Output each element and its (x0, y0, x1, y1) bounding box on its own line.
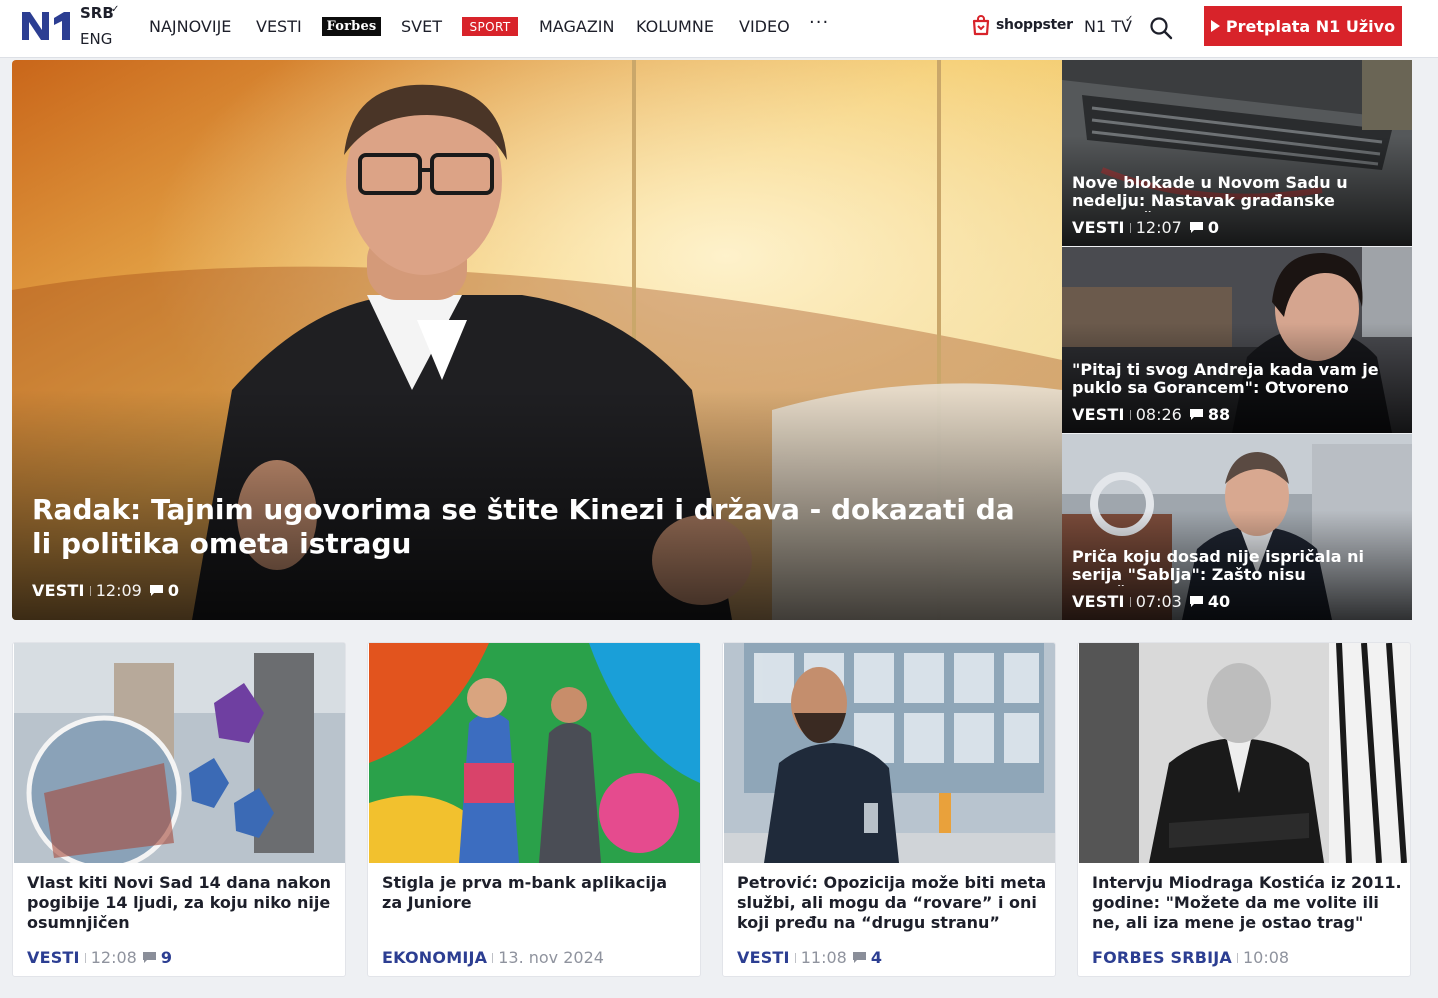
news-card-meta: VESTI 11:08 4 (737, 948, 882, 967)
news-card-headline[interactable]: Vlast kiti Novi Sad 14 dana nakon pogibi… (27, 873, 337, 933)
language-eng[interactable]: ENG (80, 30, 112, 48)
subscribe-live-button[interactable]: Pretplata N1 Uživo (1204, 6, 1402, 46)
news-card-category[interactable]: VESTI (737, 948, 790, 967)
side-story-headline[interactable]: Priča koju dosad nije ispričala ni serij… (1072, 548, 1404, 586)
hero-headline[interactable]: Radak: Tajnim ugovorima se štite Kinezi … (32, 493, 1032, 561)
chevron-down-icon[interactable]: ✓ (111, 4, 119, 15)
shoppster-bag-icon (972, 15, 990, 36)
news-card[interactable]: Intervju Miodraga Kostića iz 2011. godin… (1077, 642, 1411, 977)
top-navigation-bar: SRB ✓ ENG NAJNOVIJE VESTI Forbes SVET SP… (0, 0, 1438, 58)
news-card[interactable]: Vlast kiti Novi Sad 14 dana nakon pogibi… (12, 642, 346, 977)
comment-icon (852, 952, 866, 963)
news-card-headline[interactable]: Petrović: Opozicija može biti meta služb… (737, 873, 1047, 933)
nav-najnovije[interactable]: NAJNOVIJE (149, 17, 231, 36)
side-story-category[interactable]: VESTI (1072, 592, 1125, 611)
news-card-category[interactable]: EKONOMIJA (382, 948, 487, 967)
news-card[interactable]: Petrović: Opozicija može biti meta služb… (722, 642, 1056, 977)
nav-svet[interactable]: SVET (401, 17, 442, 36)
side-story[interactable]: Priča koju dosad nije ispričala ni serij… (1062, 434, 1412, 620)
news-card[interactable]: Stigla je prva m-bank aplikacija za Juni… (367, 642, 701, 977)
hero-comment-count[interactable]: 0 (168, 581, 179, 600)
side-story-meta: VESTI 12:07 0 (1072, 218, 1219, 237)
language-srb[interactable]: SRB (80, 4, 114, 22)
side-story-time: 08:26 (1135, 405, 1182, 424)
comment-icon (1189, 222, 1203, 233)
side-story-meta: VESTI 07:03 40 (1072, 592, 1230, 611)
news-card-headline[interactable]: Stigla je prva m-bank aplikacija za Juni… (382, 873, 692, 913)
news-card-meta: VESTI 12:08 9 (27, 948, 172, 967)
side-story-category[interactable]: VESTI (1072, 405, 1125, 424)
side-story-headline[interactable]: Nove blokade u Novom Sadu u nedelju: Nas… (1072, 174, 1404, 212)
news-card-headline[interactable]: Intervju Miodraga Kostića iz 2011. godin… (1092, 873, 1402, 933)
shoppster-label: shoppster (996, 17, 1073, 33)
news-card-time: 13. nov 2024 (498, 948, 604, 967)
hero-story[interactable]: Radak: Tajnim ugovorima se štite Kinezi … (12, 60, 1062, 620)
news-card-image (14, 643, 345, 863)
comment-icon (1189, 409, 1203, 420)
ellipsis-icon[interactable]: ··· (809, 12, 829, 33)
n1-logo[interactable] (22, 10, 74, 42)
news-card-meta: FORBES SRBIJA 10:08 (1092, 948, 1289, 967)
search-icon[interactable] (1148, 15, 1174, 41)
hero-category[interactable]: VESTI (32, 581, 85, 600)
news-card-image (1079, 643, 1410, 863)
side-story-time: 07:03 (1135, 592, 1182, 611)
news-card-category[interactable]: VESTI (27, 948, 80, 967)
nav-vesti[interactable]: VESTI (256, 17, 302, 36)
news-card-image (724, 643, 1055, 863)
subscribe-live-label: Pretplata N1 Uživo (1225, 16, 1396, 36)
nav-forbes[interactable]: Forbes (322, 17, 381, 36)
side-story-comment-count[interactable]: 0 (1208, 218, 1219, 237)
side-story[interactable]: Nove blokade u Novom Sadu u nedelju: Nas… (1062, 60, 1412, 246)
comment-icon (142, 952, 156, 963)
hero-meta: VESTI 12:09 0 (32, 581, 179, 600)
side-story-headline[interactable]: "Pitaj ti svog Andreja kada vam je puklo… (1072, 361, 1404, 399)
side-story-comment-count[interactable]: 88 (1208, 405, 1230, 424)
comment-icon (1189, 596, 1203, 607)
chevron-down-icon[interactable]: ✓ (1125, 14, 1133, 25)
news-card-meta: EKONOMIJA 13. nov 2024 (382, 948, 604, 967)
hero-time: 12:09 (95, 581, 142, 600)
news-card-comment-count[interactable]: 4 (871, 948, 882, 967)
news-card-comment-count[interactable]: 9 (161, 948, 172, 967)
nav-magazin[interactable]: MAGAZIN (539, 17, 614, 36)
comment-icon (149, 585, 163, 596)
news-card-time: 11:08 (800, 948, 847, 967)
news-card-category[interactable]: FORBES SRBIJA (1092, 948, 1232, 967)
nav-kolumne[interactable]: KOLUMNE (636, 17, 714, 36)
nav-sport[interactable]: SPORT (462, 17, 518, 36)
news-card-time: 10:08 (1243, 948, 1290, 967)
side-story-meta: VESTI 08:26 88 (1072, 405, 1230, 424)
shoppster-link[interactable]: shoppster (970, 14, 1073, 36)
play-icon (1210, 20, 1220, 32)
side-story-category[interactable]: VESTI (1072, 218, 1125, 237)
side-story-time: 12:07 (1135, 218, 1182, 237)
side-story-comment-count[interactable]: 40 (1208, 592, 1230, 611)
side-story[interactable]: "Pitaj ti svog Andreja kada vam je puklo… (1062, 247, 1412, 433)
news-card-image (369, 643, 700, 863)
nav-video[interactable]: VIDEO (739, 17, 790, 36)
news-card-time: 12:08 (90, 948, 137, 967)
